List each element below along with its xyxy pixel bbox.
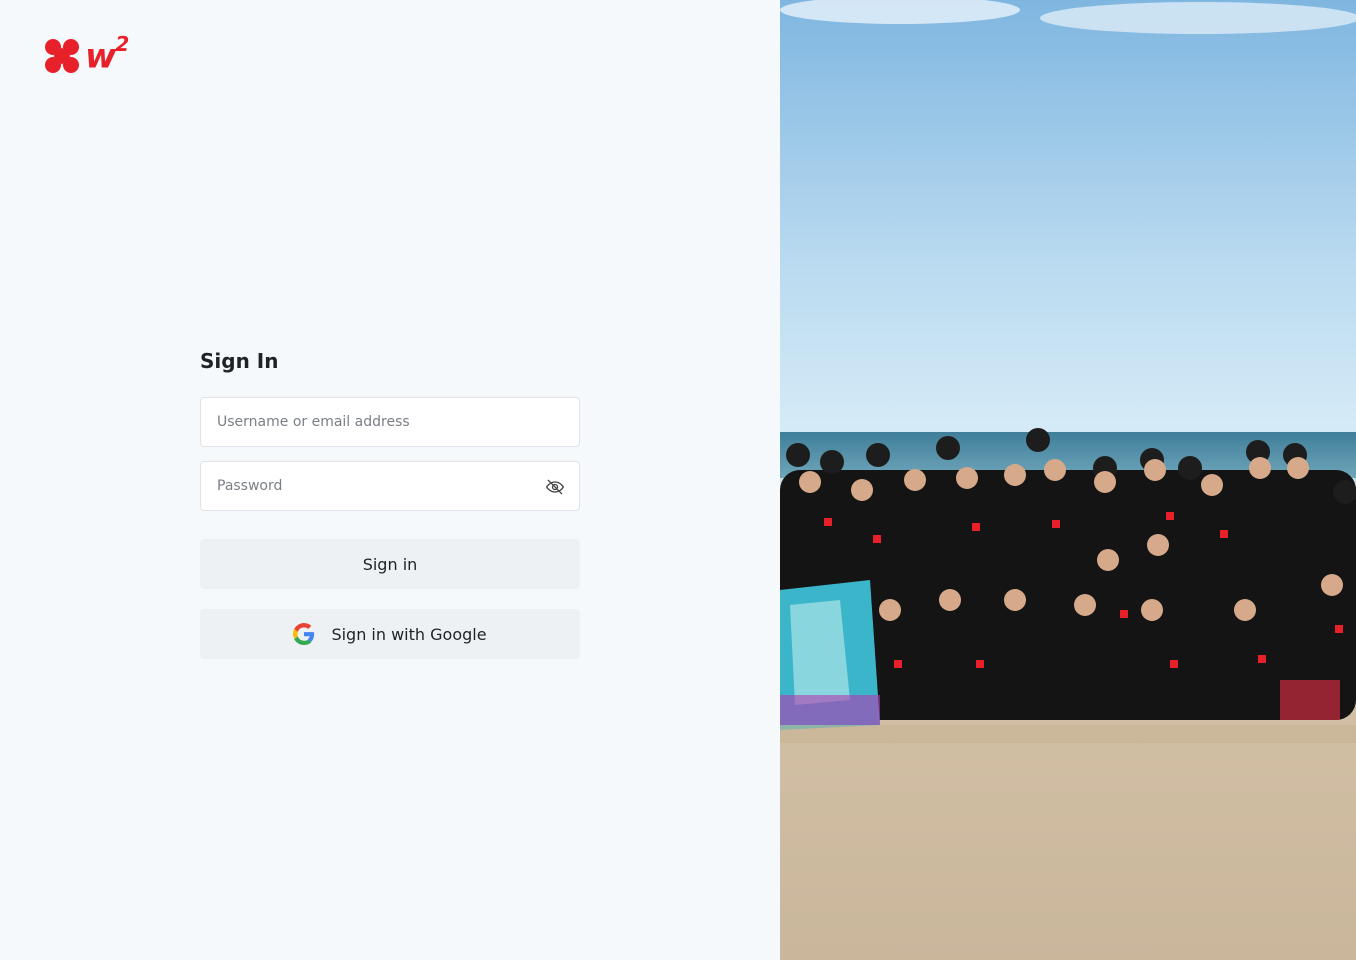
beach-scene-image xyxy=(780,0,1356,960)
password-input[interactable] xyxy=(201,462,533,510)
username-field-wrapper xyxy=(200,397,580,447)
page-title: Sign In xyxy=(200,349,279,373)
logo-text: w2 xyxy=(85,31,129,77)
google-signin-button[interactable]: Sign in with Google xyxy=(200,609,580,659)
clover-logo-icon xyxy=(45,39,79,73)
brand-logo[interactable]: w2 xyxy=(43,31,139,77)
left-pane: w2 Sign In Sign in Sign in with Google xyxy=(0,0,780,960)
logo-superscript: 2 xyxy=(115,31,129,56)
username-input[interactable] xyxy=(201,398,533,446)
signin-form: Sign In Sign in Sign in with Google xyxy=(200,345,580,659)
google-signin-label: Sign in with Google xyxy=(331,624,487,644)
signin-button[interactable]: Sign in xyxy=(200,539,580,589)
team-beach-photo xyxy=(780,0,1356,960)
password-field-wrapper xyxy=(200,461,580,511)
eye-off-icon[interactable] xyxy=(545,477,565,497)
google-icon xyxy=(293,623,315,645)
